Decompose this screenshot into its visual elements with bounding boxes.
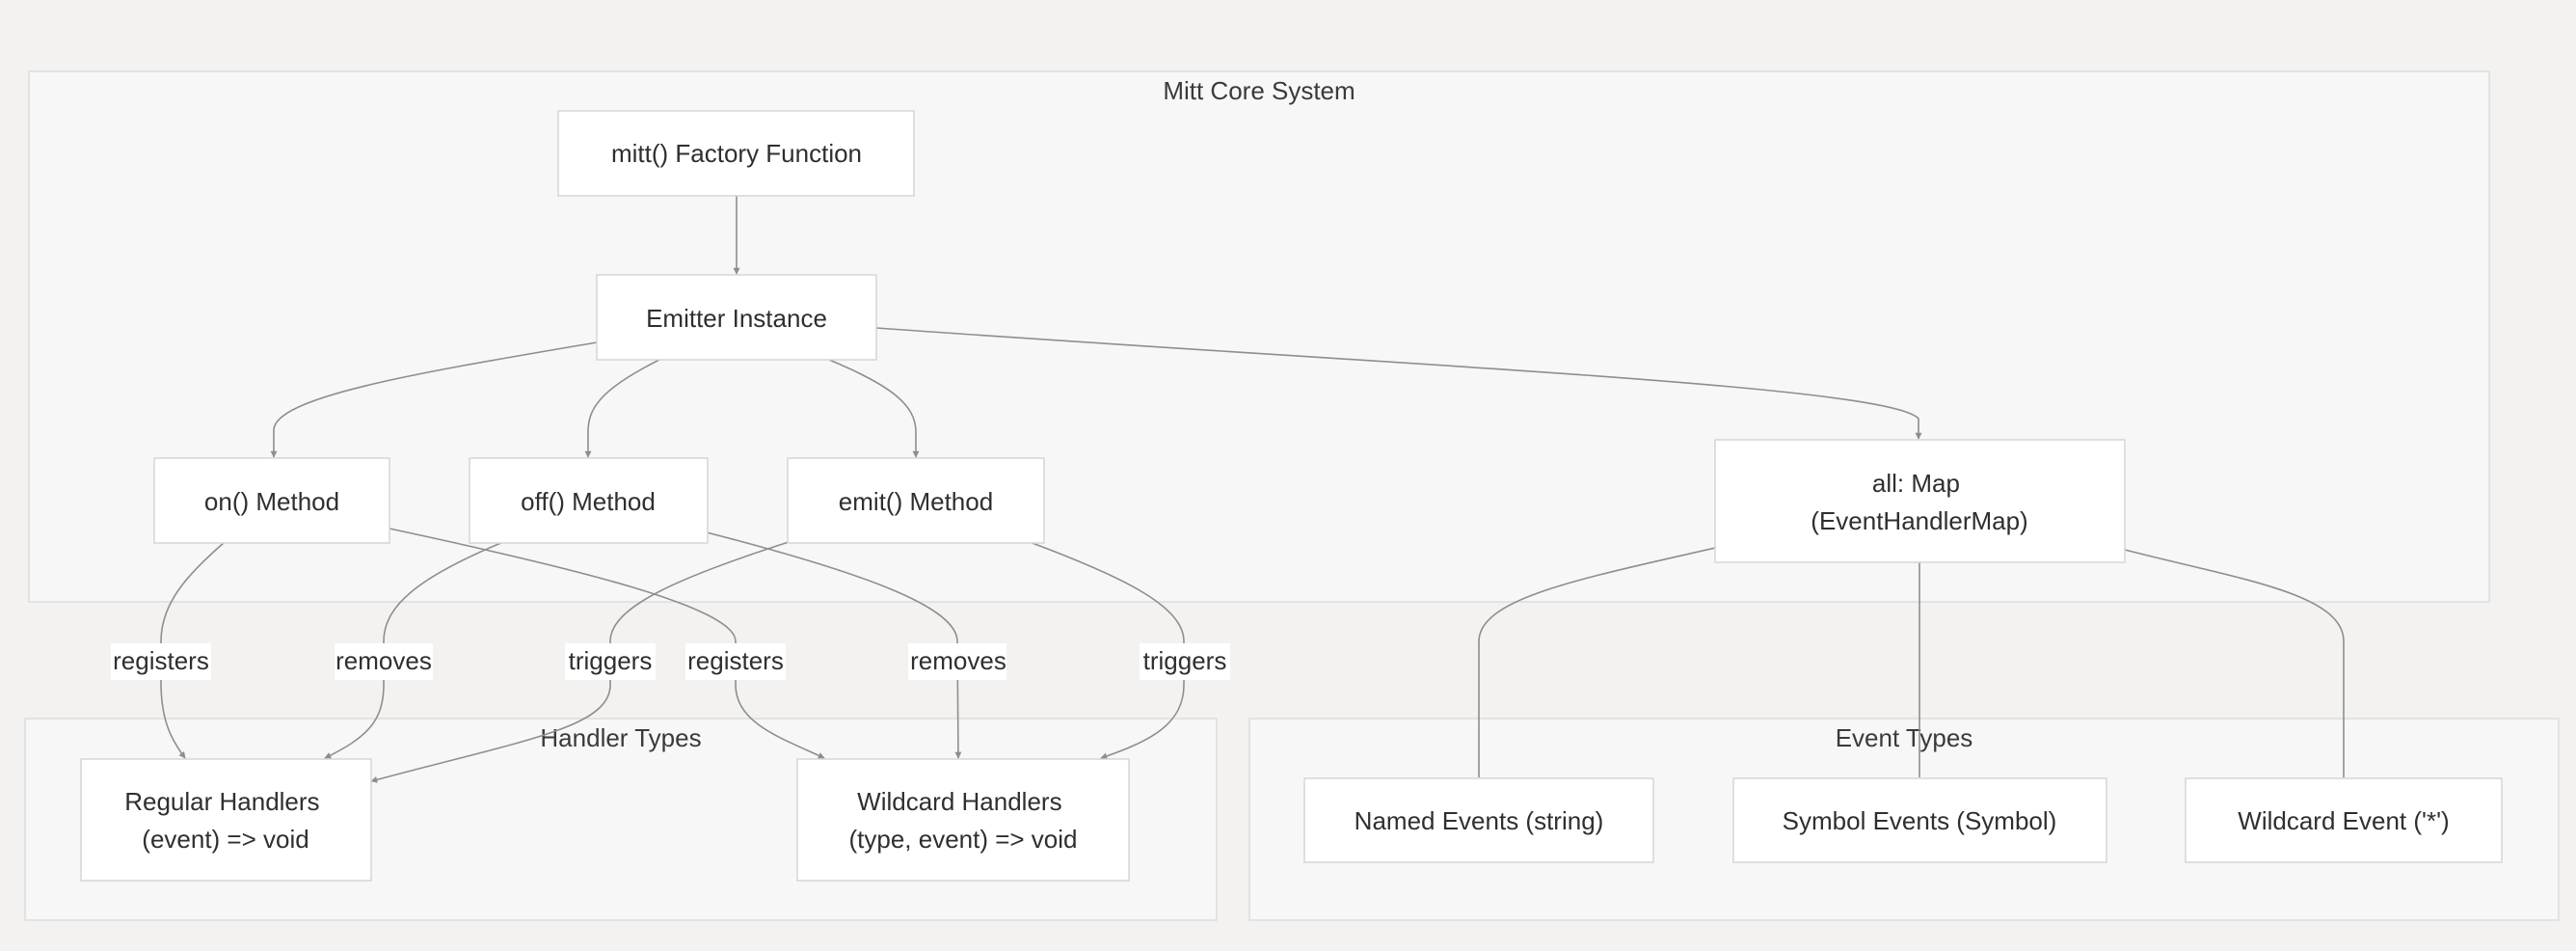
node-label: Named Events (string) [1355, 806, 1604, 835]
node-label: off() Method [521, 487, 656, 516]
node-emitter-instance[interactable]: Emitter Instance [596, 274, 877, 361]
node-wildcard-handlers[interactable]: Wildcard Handlers (type, event) => void [796, 758, 1130, 882]
diagram-canvas: Mitt Core System Handler Types Event Typ… [24, 70, 2560, 921]
edge-label-off-wildcard: removes [908, 643, 1006, 680]
node-label: emit() Method [839, 487, 993, 516]
node-off-method[interactable]: off() Method [469, 457, 709, 544]
node-emit-method[interactable]: emit() Method [787, 457, 1045, 544]
edge-label-emit-wildcard: triggers [1140, 643, 1230, 680]
node-named-events[interactable]: Named Events (string) [1303, 777, 1654, 863]
edge-label-text: removes [910, 646, 1006, 675]
node-label: Wildcard Event ('*') [2238, 806, 2449, 835]
node-label: Symbol Events (Symbol) [1783, 806, 2057, 835]
edge-label-text: removes [335, 646, 432, 675]
cluster-title-core: Mitt Core System [1163, 76, 1355, 105]
node-on-method[interactable]: on() Method [153, 457, 390, 544]
edge-label-off-regular: removes [335, 643, 433, 680]
node-wildcard-event[interactable]: Wildcard Event ('*') [2185, 777, 2503, 863]
edge-label-on-wildcard: registers [685, 643, 786, 680]
node-label: Emitter Instance [646, 304, 827, 333]
node-mitt-factory-function[interactable]: mitt() Factory Function [557, 110, 915, 197]
edge-label-text: triggers [1143, 646, 1227, 675]
edge-label-text: registers [113, 646, 209, 675]
node-label: on() Method [204, 487, 339, 516]
node-symbol-events[interactable]: Symbol Events (Symbol) [1732, 777, 2107, 863]
cluster-title-events: Event Types [1836, 723, 1973, 752]
edge-label-text: triggers [569, 646, 653, 675]
edge-label-text: registers [687, 646, 784, 675]
edge-label-emit-regular: triggers [565, 643, 656, 680]
node-all-map[interactable]: all: Map (EventHandlerMap) [1714, 439, 2126, 563]
node-regular-handlers[interactable]: Regular Handlers (event) => void [80, 758, 372, 882]
edge-label-on-regular: registers [111, 643, 211, 680]
node-label: mitt() Factory Function [611, 139, 862, 168]
